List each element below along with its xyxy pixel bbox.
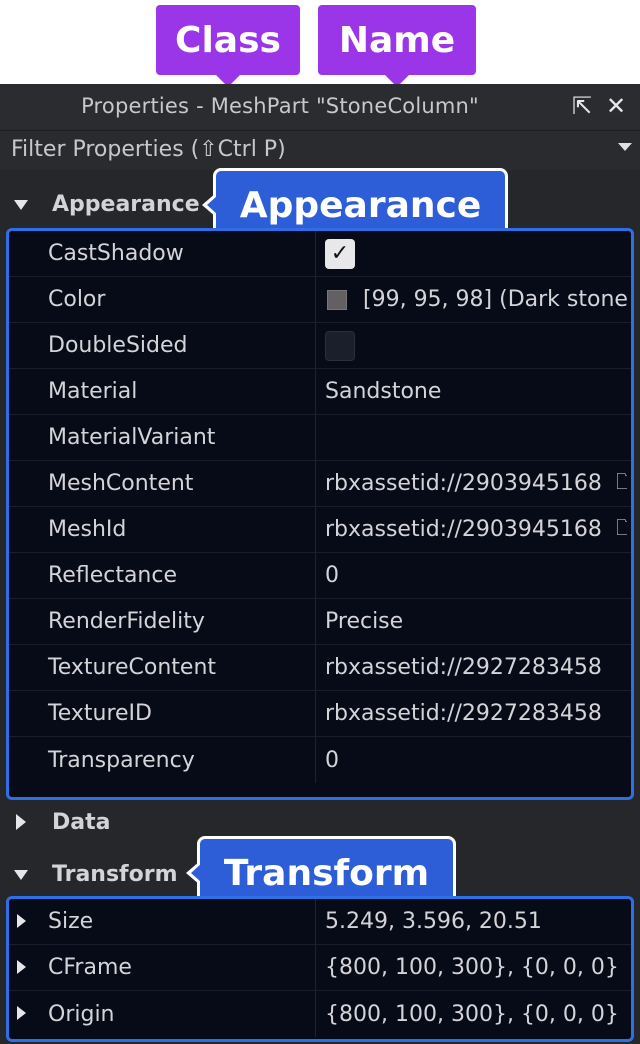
property-name: Reflectance bbox=[48, 563, 178, 588]
name-callout: Name bbox=[318, 5, 476, 75]
property-value-text: Precise bbox=[325, 609, 404, 634]
property-value[interactable]: ✓ bbox=[325, 231, 627, 276]
property-value[interactable] bbox=[325, 415, 627, 460]
column-divider bbox=[315, 415, 316, 460]
checkbox[interactable] bbox=[325, 330, 355, 361]
property-row[interactable]: MeshContent rbxassetid://2903945168 🗀 bbox=[9, 461, 631, 507]
column-divider bbox=[315, 991, 316, 1037]
property-name: Color bbox=[48, 287, 106, 312]
column-divider bbox=[315, 599, 316, 644]
property-value[interactable]: {800, 100, 300}, {0, 0, 0} bbox=[325, 945, 627, 990]
transform-properties-grid: Size 5.249, 3.596, 20.51 CFrame {800, 100, … bbox=[6, 896, 634, 1042]
property-row[interactable]: TextureContent rbxassetid://2927283458 bbox=[9, 645, 631, 691]
checkbox[interactable]: ✓ bbox=[325, 238, 355, 269]
property-value-text: rbxassetid://2927283458 bbox=[325, 701, 602, 726]
property-value[interactable]: 5.249, 3.596, 20.51 bbox=[325, 899, 627, 944]
property-value-text: {800, 100, 300}, {0, 0, 0} bbox=[325, 1001, 619, 1027]
property-value-text: {800, 100, 300}, {0, 0, 0} bbox=[325, 955, 619, 980]
column-divider bbox=[315, 277, 316, 322]
section-label-appearance: Appearance bbox=[52, 192, 200, 217]
property-name: DoubleSided bbox=[48, 333, 188, 358]
expand-icon[interactable] bbox=[17, 960, 26, 974]
property-name: CFrame bbox=[48, 955, 132, 980]
property-name: Size bbox=[48, 909, 94, 934]
property-value-text: rbxassetid://2927283458 bbox=[325, 655, 602, 680]
property-name: Transparency bbox=[48, 747, 195, 773]
filter-properties-input[interactable]: Filter Properties (⇧Ctrl P) bbox=[0, 130, 640, 170]
property-value[interactable]: 0 bbox=[325, 553, 627, 598]
property-row[interactable]: Transparency 0 bbox=[9, 737, 631, 783]
collapse-icon[interactable] bbox=[14, 200, 28, 210]
column-divider bbox=[315, 945, 316, 990]
property-value[interactable]: Precise bbox=[325, 599, 627, 644]
property-row[interactable]: CastShadow ✓ bbox=[9, 231, 631, 277]
property-value[interactable]: {800, 100, 300}, {0, 0, 0} bbox=[325, 991, 627, 1037]
expand-icon[interactable] bbox=[16, 814, 26, 830]
property-row[interactable]: MeshId rbxassetid://2903945168 🗀 bbox=[9, 507, 631, 553]
property-row[interactable]: Origin {800, 100, 300}, {0, 0, 0} bbox=[9, 991, 631, 1037]
property-row[interactable]: Reflectance 0 bbox=[9, 553, 631, 599]
class-callout: Class bbox=[156, 5, 300, 75]
folder-icon[interactable]: 🗀 bbox=[616, 465, 627, 503]
color-swatch[interactable] bbox=[327, 289, 347, 310]
property-value-text: 0 bbox=[325, 563, 339, 588]
property-name: RenderFidelity bbox=[48, 609, 205, 634]
property-row[interactable]: Size 5.249, 3.596, 20.51 bbox=[9, 899, 631, 945]
section-label-transform: Transform bbox=[52, 862, 178, 887]
collapse-icon[interactable] bbox=[14, 870, 28, 880]
properties-panel: Properties - MeshPart "StoneColumn" ⇱ ✕ … bbox=[0, 84, 640, 1044]
property-name: Origin bbox=[48, 1001, 115, 1027]
window-title: Properties - MeshPart "StoneColumn" bbox=[81, 94, 479, 118]
close-icon[interactable]: ✕ bbox=[602, 92, 630, 120]
property-value-text: [99, 95, 98] (Dark stone… bbox=[363, 287, 627, 312]
property-value-text: 5.249, 3.596, 20.51 bbox=[325, 909, 542, 934]
column-divider bbox=[315, 461, 316, 506]
expand-icon[interactable] bbox=[17, 914, 26, 928]
property-value[interactable]: rbxassetid://2903945168 🗀 bbox=[325, 507, 627, 552]
property-row[interactable]: Color [99, 95, 98] (Dark stone… bbox=[9, 277, 631, 323]
dock-icon[interactable]: ⇱ bbox=[568, 92, 596, 120]
property-name: TextureID bbox=[48, 701, 152, 726]
property-name: Material bbox=[48, 379, 138, 404]
column-divider bbox=[315, 553, 316, 598]
property-name: CastShadow bbox=[48, 241, 184, 266]
property-value[interactable] bbox=[325, 323, 627, 368]
chevron-down-icon[interactable] bbox=[618, 143, 632, 151]
property-value-text: rbxassetid://2903945168 bbox=[325, 517, 602, 542]
property-value[interactable]: rbxassetid://2927283458 bbox=[325, 645, 627, 690]
property-row[interactable]: TextureID rbxassetid://2927283458 bbox=[9, 691, 631, 737]
column-divider bbox=[315, 507, 316, 552]
property-value-text: rbxassetid://2903945168 bbox=[325, 471, 602, 496]
column-divider bbox=[315, 737, 316, 783]
property-value-text: Sandstone bbox=[325, 379, 442, 404]
property-value[interactable]: rbxassetid://2903945168 🗀 bbox=[325, 461, 627, 506]
column-divider bbox=[315, 231, 316, 276]
title-bar: Properties - MeshPart "StoneColumn" ⇱ ✕ bbox=[0, 84, 640, 130]
property-row[interactable]: DoubleSided bbox=[9, 323, 631, 369]
property-value[interactable]: Sandstone bbox=[325, 369, 627, 414]
filter-placeholder: Filter Properties (⇧Ctrl P) bbox=[11, 137, 286, 162]
property-name: MeshContent bbox=[48, 471, 194, 496]
column-divider bbox=[315, 899, 316, 944]
property-value[interactable]: rbxassetid://2927283458 bbox=[325, 691, 627, 736]
property-row[interactable]: RenderFidelity Precise bbox=[9, 599, 631, 645]
property-value[interactable]: [99, 95, 98] (Dark stone… bbox=[325, 277, 627, 322]
column-divider bbox=[315, 323, 316, 368]
property-row[interactable]: CFrame {800, 100, 300}, {0, 0, 0} bbox=[9, 945, 631, 991]
property-name: TextureContent bbox=[48, 655, 217, 680]
column-divider bbox=[315, 369, 316, 414]
appearance-properties-grid: CastShadow ✓ Color [99, 95, 98] (Dark stone… bbox=[6, 228, 634, 800]
expand-icon[interactable] bbox=[17, 1006, 26, 1020]
property-value-text: 0 bbox=[325, 747, 339, 773]
column-divider bbox=[315, 645, 316, 690]
property-row[interactable]: MaterialVariant bbox=[9, 415, 631, 461]
property-row[interactable]: Material Sandstone bbox=[9, 369, 631, 415]
property-value[interactable]: 0 bbox=[325, 737, 627, 783]
property-name: MeshId bbox=[48, 517, 127, 542]
folder-icon[interactable]: 🗀 bbox=[616, 511, 627, 549]
section-label-data: Data bbox=[52, 810, 111, 835]
property-name: MaterialVariant bbox=[48, 425, 216, 450]
column-divider bbox=[315, 691, 316, 736]
